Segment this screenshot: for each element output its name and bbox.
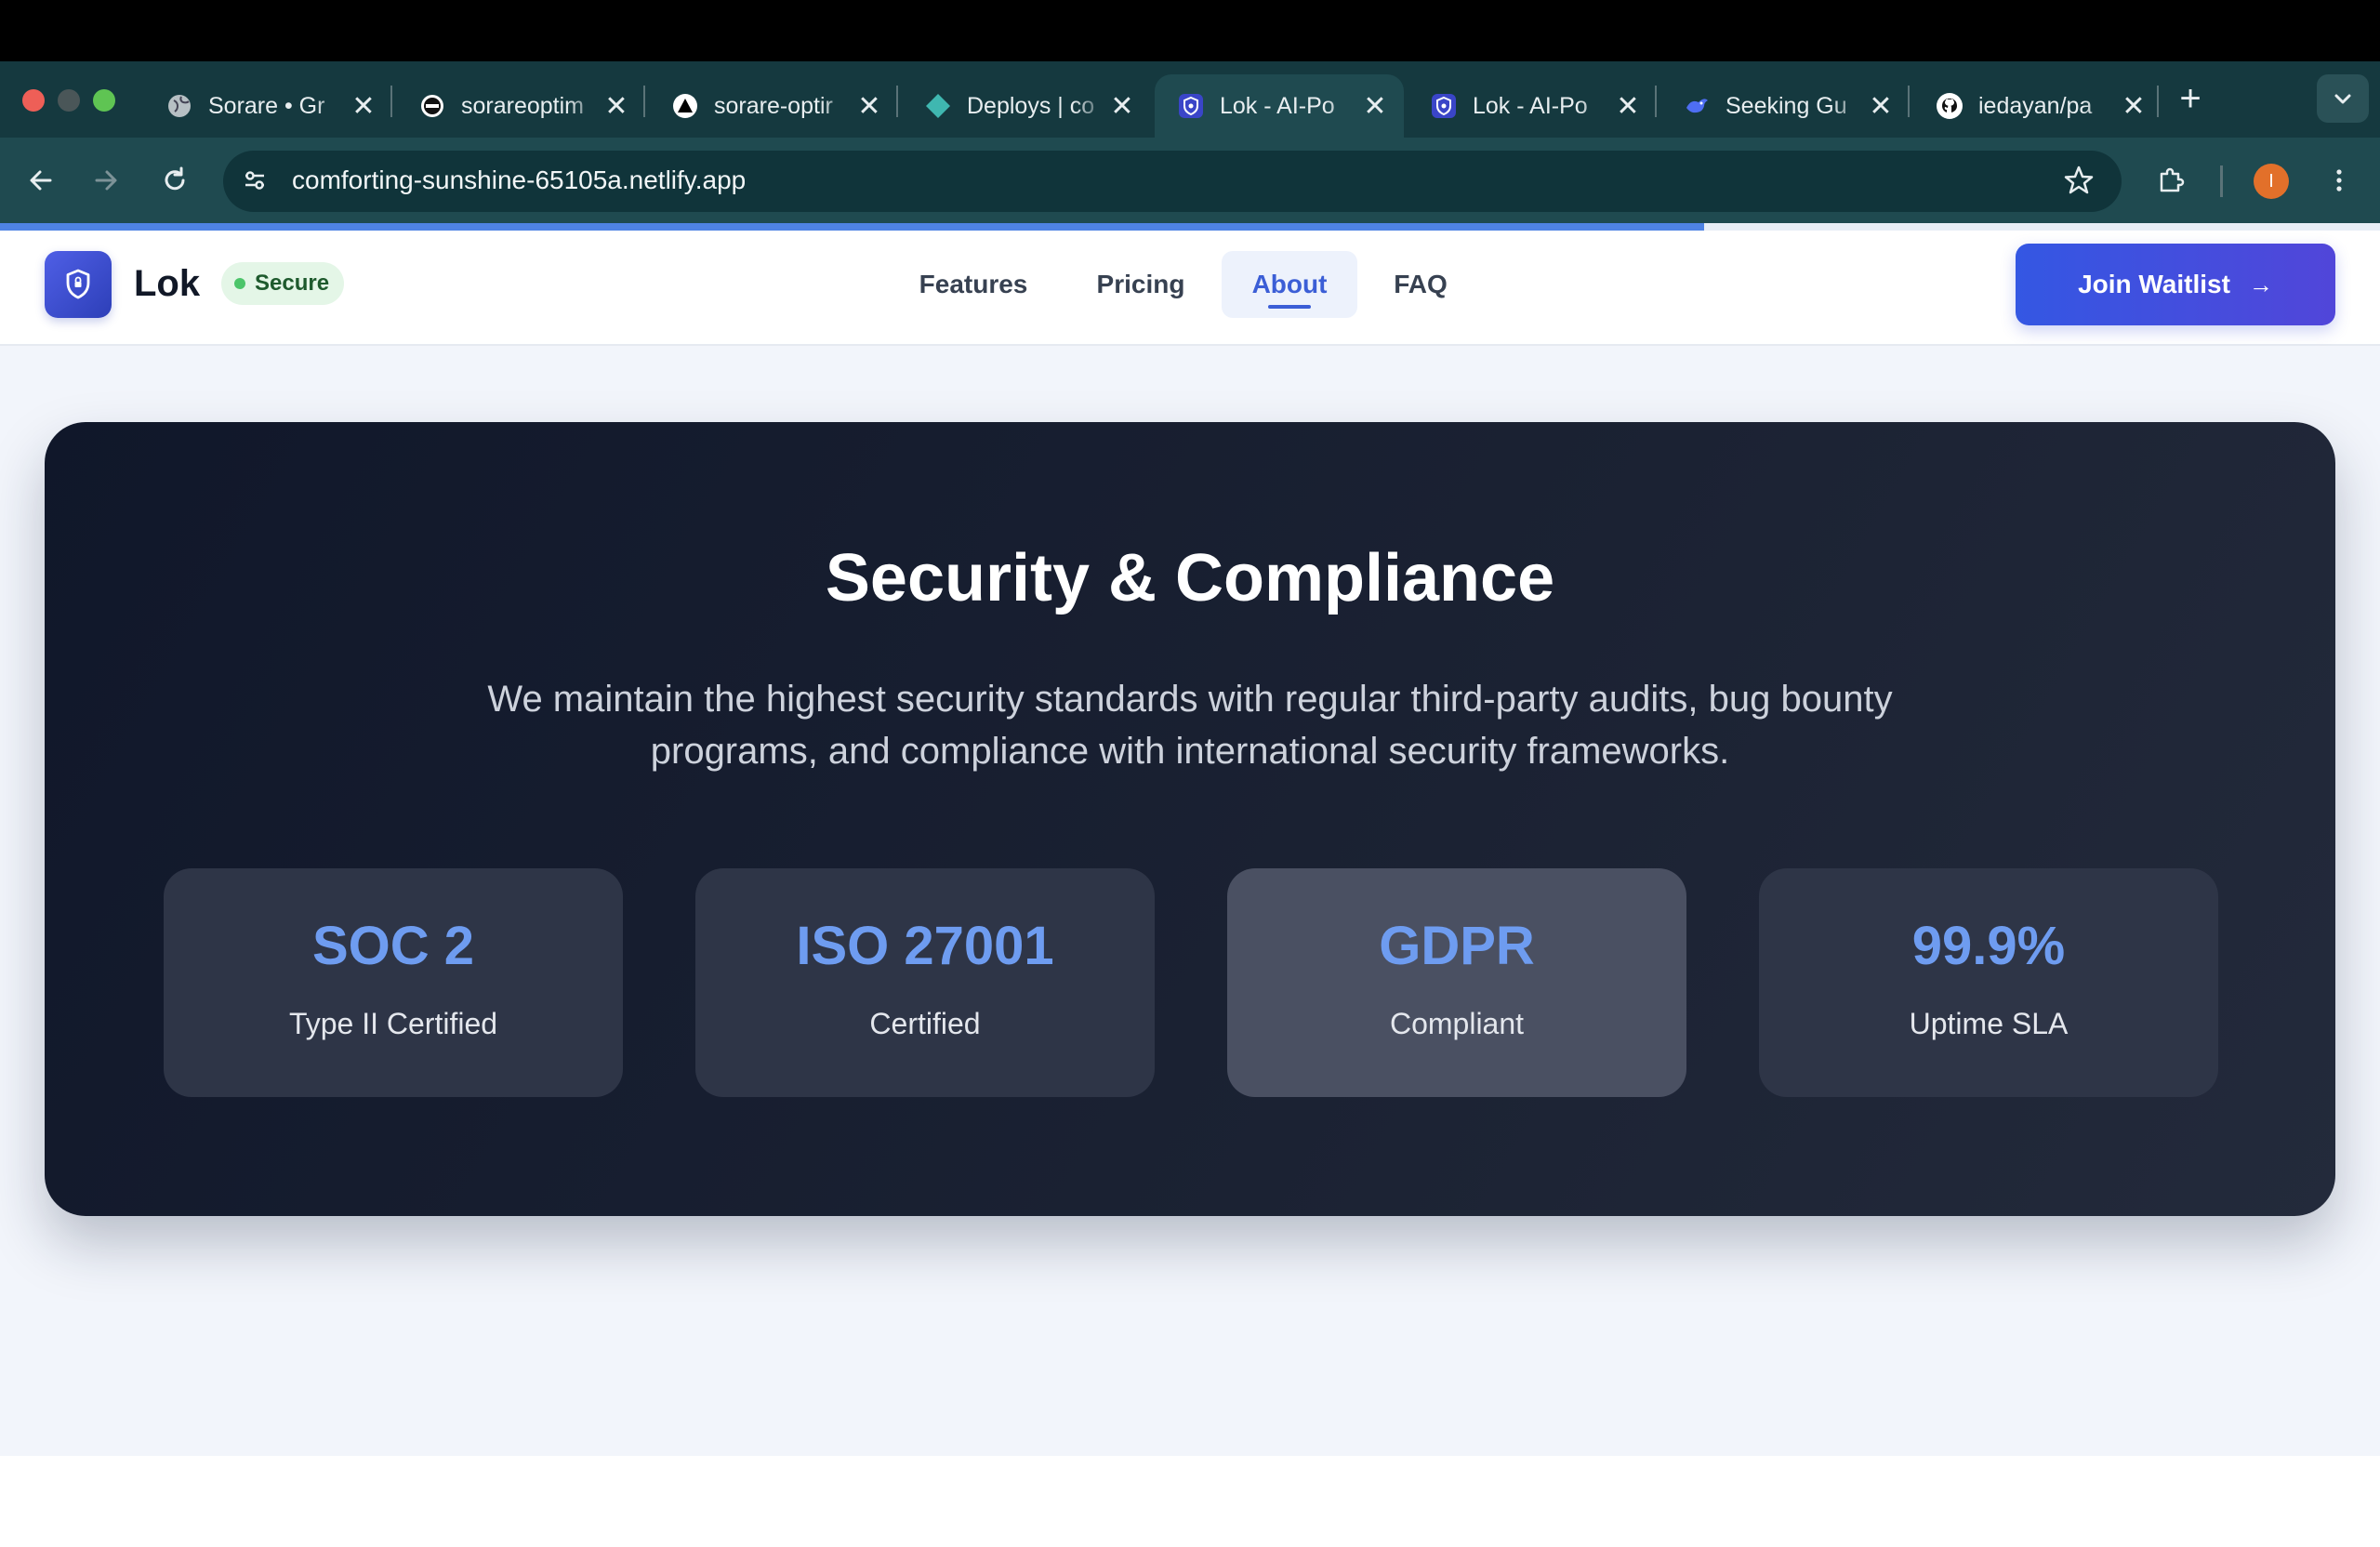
browser-tab-sorare-optir[interactable]: sorare-optir ✕	[649, 74, 898, 138]
stat-card-uptime: 99.9% Uptime SLA	[1759, 868, 2218, 1097]
forward-button[interactable]	[86, 160, 126, 201]
extensions-button[interactable]	[2151, 160, 2192, 201]
brand-name[interactable]: Lok	[134, 260, 200, 307]
active-nav-indicator	[1268, 305, 1311, 309]
tab-title: Lok - AI-Po	[1220, 92, 1335, 119]
minimize-window-button[interactable]	[58, 89, 80, 112]
tab-title: Sorare • Gr	[208, 92, 325, 119]
stat-card-iso27001: ISO 27001 Certified	[695, 868, 1155, 1097]
stat-label: Uptime SLA	[1909, 1007, 2069, 1040]
tab-title: Seeking Gu	[1726, 92, 1847, 119]
stat-label: Certified	[869, 1007, 981, 1040]
close-window-button[interactable]	[22, 89, 45, 112]
toolbar-separator	[2220, 165, 2223, 197]
browser-tab-seeking[interactable]: Seeking Gu ✕	[1660, 74, 1910, 138]
lok-logo[interactable]	[45, 251, 112, 318]
stat-card-gdpr: GDPR Compliant	[1227, 868, 1686, 1097]
github-icon	[1936, 92, 1964, 120]
shield-icon	[1430, 92, 1458, 120]
status-dot-icon	[234, 278, 245, 289]
nav-features[interactable]: Features	[904, 251, 1043, 318]
close-tab-icon[interactable]: ✕	[602, 90, 630, 123]
browser-tab-lok[interactable]: Lok - AI-Po ✕	[1408, 74, 1657, 138]
nav-faq[interactable]: FAQ	[1372, 251, 1469, 318]
tab-separator	[643, 86, 645, 117]
stat-label: Compliant	[1389, 1007, 1525, 1040]
chevron-down-icon	[2334, 94, 2351, 104]
close-tab-icon[interactable]: ✕	[1614, 90, 1642, 123]
shield-icon	[1177, 92, 1205, 120]
bird-icon	[1683, 92, 1711, 120]
star-icon	[2064, 165, 2094, 194]
tab-title: iedayan/pa	[1978, 92, 2093, 119]
nav-pricing[interactable]: Pricing	[1069, 251, 1212, 318]
arrow-right-icon: →	[2248, 270, 2273, 298]
browser-tab-sorare[interactable]: Sorare • Gr ✕	[143, 74, 392, 138]
triangle-icon	[671, 92, 699, 120]
join-waitlist-label: Join Waitlist	[2078, 270, 2230, 298]
window-bottom-area	[0, 1456, 2380, 1547]
stat-value: 99.9%	[1911, 916, 2066, 976]
stat-value: SOC 2	[311, 916, 475, 976]
tab-title: sorare-optir	[714, 92, 833, 119]
tab-search-button[interactable]	[2317, 74, 2369, 123]
globe-icon	[165, 92, 193, 120]
join-waitlist-button[interactable]: Join Waitlist →	[2016, 244, 2335, 325]
back-arrow-icon	[30, 170, 52, 191]
stat-value: GDPR	[1379, 916, 1535, 976]
profile-avatar[interactable]: I	[2254, 164, 2289, 199]
stat-label: Type II Certified	[288, 1007, 498, 1040]
secure-badge-label: Secure	[255, 271, 330, 296]
description-line: programs, and compliance with internatio…	[650, 731, 1730, 772]
close-tab-icon[interactable]: ✕	[1108, 90, 1136, 123]
section-title: Security & Compliance	[825, 541, 1555, 615]
secure-status-badge: Secure	[221, 262, 345, 305]
browser-tab-sorareoptim[interactable]: sorareoptim ✕	[396, 74, 645, 138]
reload-button[interactable]	[154, 160, 195, 201]
shield-icon	[66, 269, 90, 299]
tab-title: Lok - AI-Po	[1473, 92, 1588, 119]
browser-tab-deploys[interactable]: Deploys | co ✕	[902, 74, 1151, 138]
bookmark-star-button[interactable]	[2058, 160, 2099, 201]
site-icon	[418, 92, 446, 120]
stat-card-soc2: SOC 2 Type II Certified	[164, 868, 623, 1097]
description-line: We maintain the highest security standar…	[487, 679, 1893, 720]
stat-value: ISO 27001	[796, 916, 1054, 976]
tab-separator	[896, 86, 898, 117]
nav-about-label: About	[1251, 270, 1328, 298]
tab-title: sorareoptim	[461, 92, 584, 119]
browser-tab-lok-active[interactable]: Lok - AI-Po ✕	[1155, 74, 1404, 138]
close-tab-icon[interactable]: ✕	[1361, 90, 1389, 123]
url-text[interactable]: comforting-sunshine-65105a.netlify.app	[292, 162, 746, 199]
netlify-diamond-icon	[924, 92, 952, 120]
browser-menu-button[interactable]	[2319, 160, 2360, 201]
tab-separator	[390, 86, 392, 117]
tab-separator	[1908, 86, 1910, 117]
close-tab-icon[interactable]: ✕	[2120, 90, 2148, 123]
browser-tab-github[interactable]: iedayan/pa ✕	[1913, 74, 2162, 138]
tab-title: Deploys | co	[967, 92, 1095, 119]
forward-arrow-icon	[95, 170, 117, 191]
reload-icon	[165, 166, 185, 191]
new-tab-button[interactable]: +	[2172, 80, 2209, 117]
tab-separator	[1655, 86, 1657, 117]
nav-about[interactable]: About	[1222, 251, 1357, 318]
kebab-menu-icon	[2336, 169, 2342, 192]
tune-icon	[245, 171, 264, 190]
screen-top-bar	[0, 0, 2380, 61]
tab-separator	[2157, 86, 2159, 117]
close-tab-icon[interactable]: ✕	[1867, 90, 1895, 123]
site-settings-button[interactable]	[234, 160, 275, 201]
close-tab-icon[interactable]: ✕	[855, 90, 883, 123]
close-tab-icon[interactable]: ✕	[350, 90, 377, 123]
back-button[interactable]	[20, 160, 61, 201]
page-load-progress	[0, 223, 1704, 231]
puzzle-icon	[2160, 167, 2185, 192]
section-description: We maintain the highest security standar…	[409, 673, 1971, 777]
maximize-window-button[interactable]	[93, 89, 115, 112]
